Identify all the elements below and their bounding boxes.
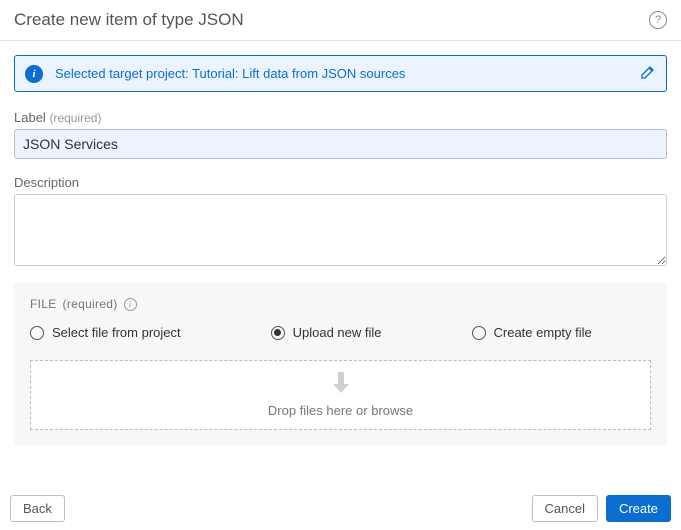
radio-upload-new[interactable]: Upload new file [271, 325, 382, 340]
dialog-footer: Back Cancel Create [0, 487, 681, 530]
info-banner: i Selected target project: Tutorial: Lif… [14, 55, 667, 92]
file-dropzone[interactable]: Drop files here or browse [30, 360, 651, 430]
label-field-label: Label (required) [14, 110, 667, 125]
download-arrow-icon [331, 372, 351, 397]
file-section: FILE (required) i Select file from proje… [14, 283, 667, 446]
file-source-radio-group: Select file from project Upload new file… [30, 325, 651, 340]
radio-create-empty[interactable]: Create empty file [472, 325, 592, 340]
radio-icon [271, 326, 285, 340]
info-banner-text: Selected target project: Tutorial: Lift … [55, 66, 640, 81]
cancel-button[interactable]: Cancel [532, 495, 598, 522]
back-button[interactable]: Back [10, 495, 65, 522]
radio-select-from-project[interactable]: Select file from project [30, 325, 181, 340]
radio-icon [30, 326, 44, 340]
help-icon[interactable]: ? [649, 11, 667, 29]
create-button[interactable]: Create [606, 495, 671, 522]
label-input[interactable] [14, 129, 667, 159]
dropzone-text: Drop files here or browse [268, 403, 413, 418]
edit-icon[interactable] [640, 64, 656, 83]
radio-icon [472, 326, 486, 340]
dialog-header: Create new item of type JSON ? [0, 0, 681, 40]
info-icon: i [25, 65, 43, 83]
dialog-content: i Selected target project: Tutorial: Lif… [0, 41, 681, 446]
description-field-label: Description [14, 175, 667, 190]
info-icon[interactable]: i [124, 298, 137, 311]
dialog-title: Create new item of type JSON [14, 10, 244, 30]
file-section-header: FILE (required) i [30, 297, 651, 311]
description-textarea[interactable] [14, 194, 667, 266]
